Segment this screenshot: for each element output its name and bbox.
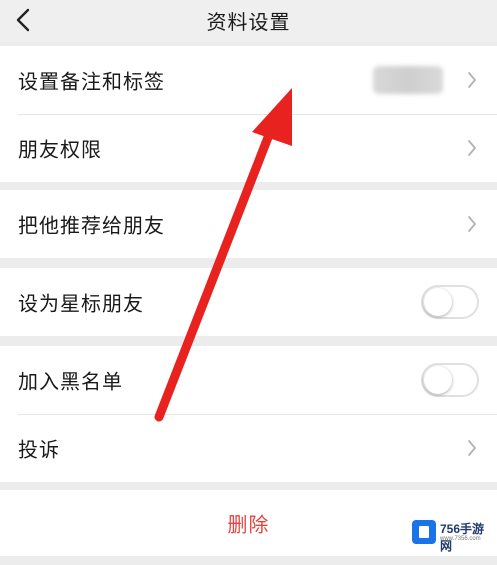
chevron-right-icon — [468, 440, 476, 456]
toggle-knob — [424, 288, 452, 316]
watermark-logo-icon — [412, 520, 436, 544]
complain-label: 投诉 — [18, 437, 60, 462]
settings-group-star: 设为星标朋友 — [0, 268, 497, 336]
settings-group-block: 加入黑名单 投诉 — [0, 346, 497, 482]
star-friend-label: 设为星标朋友 — [18, 291, 144, 316]
settings-group-recommend: 把他推荐给朋友 — [0, 190, 497, 258]
chevron-right-icon — [468, 216, 476, 232]
remark-and-tags-label: 设置备注和标签 — [18, 69, 165, 94]
star-friend-row: 设为星标朋友 — [0, 268, 497, 336]
recommend-to-friend-row[interactable]: 把他推荐给朋友 — [0, 190, 497, 258]
blacklist-toggle[interactable] — [421, 363, 479, 397]
watermark-url: www.7356.com — [440, 536, 481, 542]
page-title: 资料设置 — [206, 10, 291, 34]
chevron-right-icon — [468, 140, 476, 156]
toggle-knob — [424, 366, 452, 394]
friend-permissions-row[interactable]: 朋友权限 — [0, 114, 497, 182]
blurred-remark-value — [373, 66, 443, 94]
blacklist-row: 加入黑名单 — [0, 346, 497, 414]
site-watermark: 756手游网 www.7356.com — [412, 517, 494, 553]
complain-row[interactable]: 投诉 — [0, 414, 497, 482]
blacklist-label: 加入黑名单 — [18, 369, 123, 394]
navigation-bar: 资料设置 — [0, 0, 497, 42]
settings-group-remark: 设置备注和标签 朋友权限 — [0, 46, 497, 182]
friend-permissions-label: 朋友权限 — [18, 137, 102, 162]
remark-and-tags-row[interactable]: 设置备注和标签 — [0, 46, 497, 114]
star-friend-toggle[interactable] — [421, 285, 479, 319]
recommend-to-friend-label: 把他推荐给朋友 — [18, 213, 165, 238]
chevron-right-icon — [468, 72, 476, 88]
